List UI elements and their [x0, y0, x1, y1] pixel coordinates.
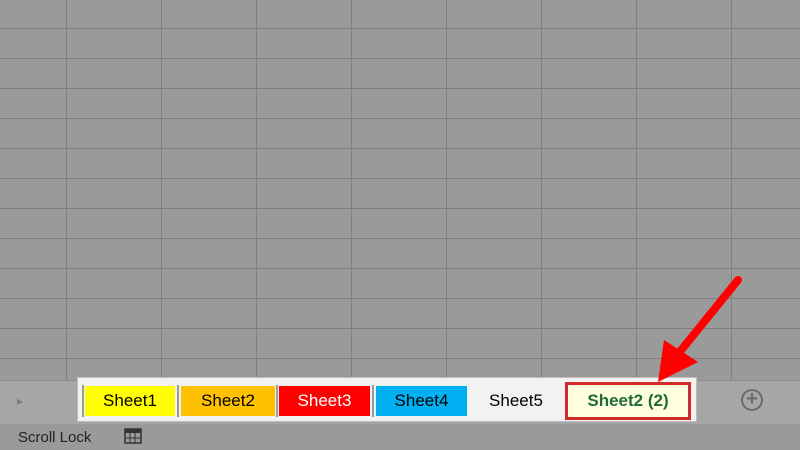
tab-sheet2[interactable]: Sheet2 — [181, 386, 275, 416]
tab-sheet3[interactable]: Sheet3 — [279, 386, 370, 416]
tab-separator — [177, 385, 179, 417]
tab-separator — [372, 385, 374, 417]
scroll-right-icon[interactable]: ▸ — [12, 393, 28, 409]
tab-sheet4[interactable]: Sheet4 — [376, 386, 467, 416]
sheet-tab-strip: Sheet1 Sheet2 Sheet3 Sheet4 Sheet5 Sheet… — [77, 377, 697, 422]
tab-separator — [82, 385, 84, 417]
add-sheet-button[interactable]: + — [741, 389, 763, 411]
tab-sheet1[interactable]: Sheet1 — [85, 386, 175, 416]
red-arrow-icon — [658, 276, 742, 382]
status-bar — [0, 424, 800, 450]
tab-sheet5[interactable]: Sheet5 — [470, 386, 562, 416]
page-layout-icon[interactable] — [124, 428, 142, 444]
status-scroll-lock: Scroll Lock — [18, 429, 92, 446]
tab-separator — [276, 385, 278, 417]
